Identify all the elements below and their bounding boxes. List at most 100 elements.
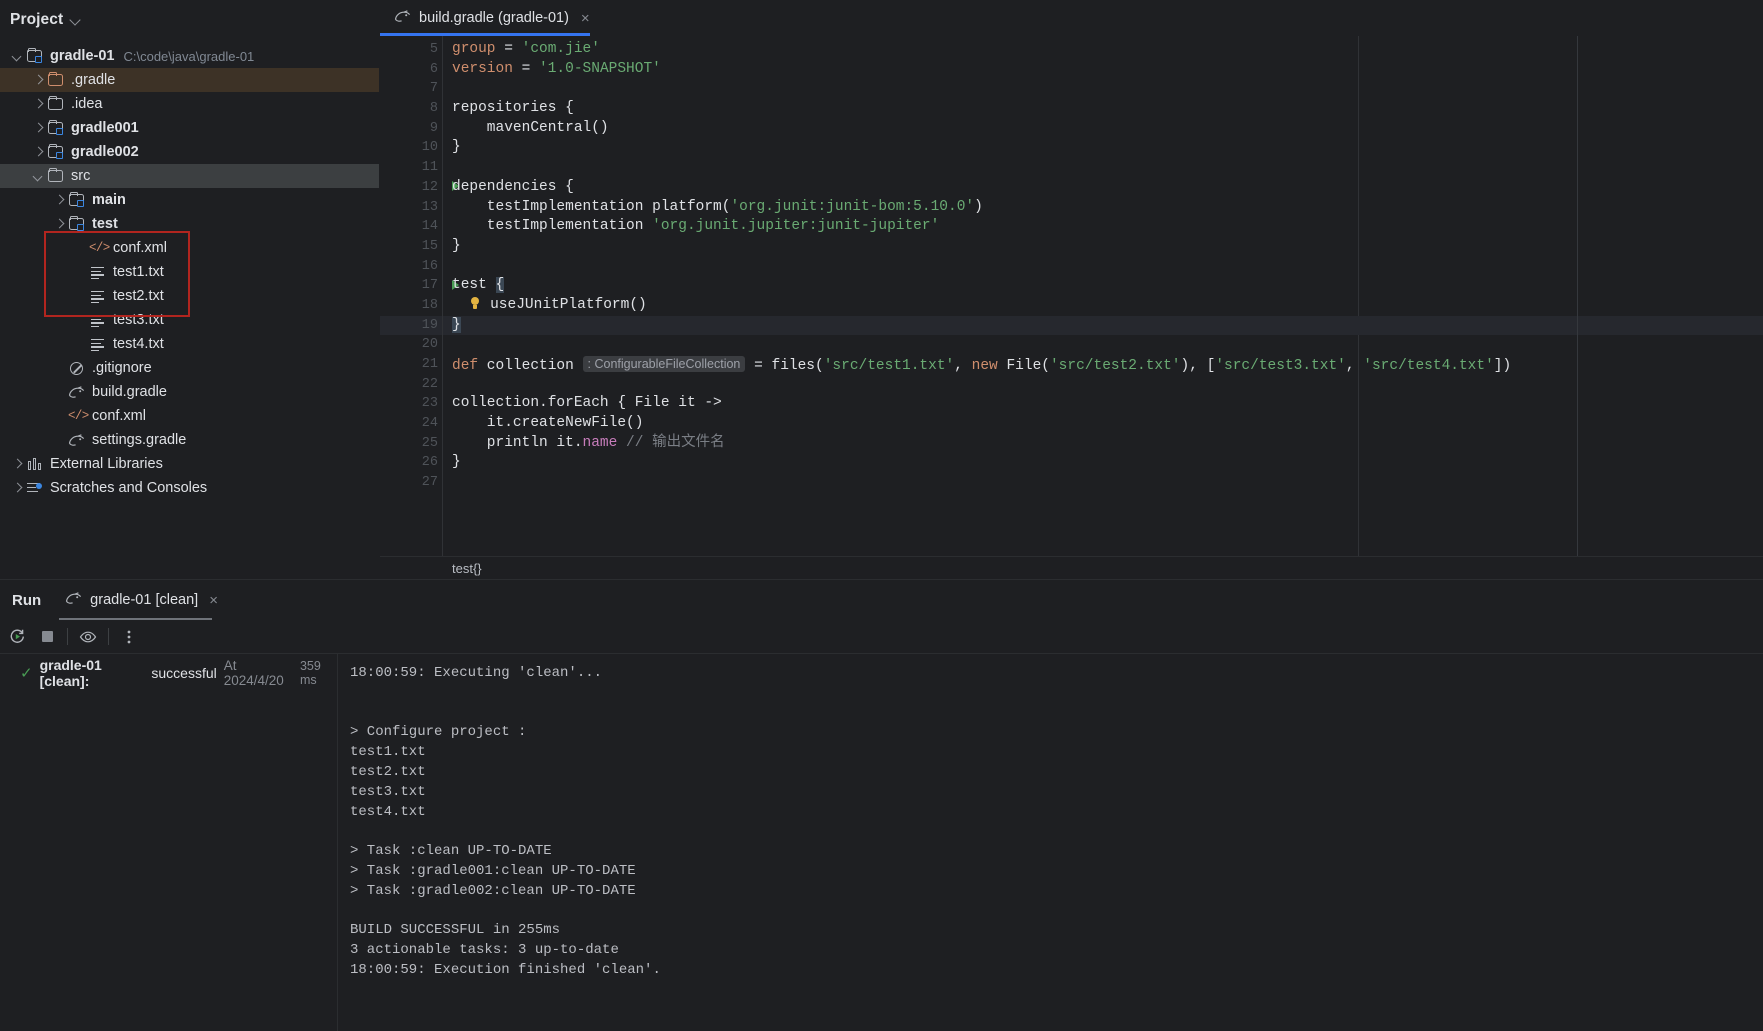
- stop-icon[interactable]: [32, 622, 62, 652]
- tree-node--gradle[interactable]: .gradle: [0, 68, 379, 92]
- line-number-23[interactable]: 23: [380, 394, 442, 414]
- line-number-10[interactable]: 10: [380, 138, 442, 158]
- folder-icon: [47, 95, 66, 112]
- code-line-6: version = '1.0-SNAPSHOT': [443, 60, 1763, 80]
- eye-icon[interactable]: [73, 622, 103, 652]
- run-tab-label: gradle-01 [clean]: [90, 592, 199, 608]
- close-icon[interactable]: ×: [581, 10, 590, 27]
- code-token-repositories: repositories {: [452, 100, 574, 117]
- close-icon[interactable]: ×: [209, 592, 218, 609]
- chevron-down-icon[interactable]: [31, 168, 47, 184]
- tree-node-external-libraries[interactable]: External Libraries: [0, 452, 379, 476]
- line-number-12[interactable]: 12: [380, 178, 459, 198]
- rerun-icon[interactable]: [2, 622, 32, 652]
- chevron-right-icon[interactable]: [10, 480, 26, 496]
- line-number-17[interactable]: 17: [380, 276, 459, 296]
- chevron-right-icon[interactable]: [31, 120, 47, 136]
- line-number-25[interactable]: 25: [380, 434, 442, 454]
- line-number-gutter[interactable]: 5 6 7 8 9 10 11 12 13 14 15 16 17 18 19 20 21 22 23 24 25 26 2…: [380, 36, 459, 556]
- code-token-varname: collection: [478, 358, 583, 374]
- chevron-down-icon[interactable]: [70, 14, 82, 26]
- text-file-icon: [91, 267, 104, 280]
- line-number-22[interactable]: 22: [380, 375, 442, 395]
- code-area[interactable]: 5 6 7 8 9 10 11 12 13 14 15 16 17 18 19 20 21 22 23 24 25 26 2…: [380, 36, 1763, 556]
- tree-node--idea[interactable]: .idea: [0, 92, 379, 116]
- tree-node-test[interactable]: test: [0, 212, 379, 236]
- code-line-8: repositories {: [443, 99, 1763, 119]
- top-area: Project gradle-01 C:\code\java\gradle-01.…: [0, 0, 1763, 579]
- code-token-file: File(: [997, 358, 1050, 374]
- tree-node-main[interactable]: main: [0, 188, 379, 212]
- line-number-16[interactable]: 16: [380, 257, 442, 277]
- line-number-24[interactable]: 24: [380, 414, 442, 434]
- run-tab-gradle-clean[interactable]: gradle-01 [clean] ×: [55, 580, 228, 620]
- project-tree: gradle-01 C:\code\java\gradle-01 .gradle .i…: [0, 40, 379, 500]
- line-number-11[interactable]: 11: [380, 158, 442, 178]
- tree-node-scratches-and-consoles[interactable]: Scratches and Consoles: [0, 476, 379, 500]
- folder-orange-icon: [48, 71, 63, 86]
- tree-node-gradle001[interactable]: gradle001: [0, 116, 379, 140]
- line-number-13[interactable]: 13: [380, 198, 442, 218]
- code-content[interactable]: group = 'com.jie' version = '1.0-SNAPSHO…: [442, 36, 1763, 556]
- line-number-19[interactable]: 19: [380, 315, 442, 336]
- gradle-file-icon: [68, 434, 85, 446]
- run-console-output[interactable]: 18:00:59: Executing 'clean'... > Configu…: [338, 654, 1763, 1031]
- tree-node-test2-txt[interactable]: test2.txt: [0, 284, 379, 308]
- scratches-icon: [26, 480, 45, 496]
- type-inlay-hint[interactable]: : ConfigurableFileCollection: [582, 356, 746, 372]
- tree-node--gitignore[interactable]: .gitignore: [0, 356, 379, 380]
- line-number-14[interactable]: 14: [380, 217, 442, 237]
- module-badge-icon: [77, 224, 84, 231]
- chevron-right-icon[interactable]: [31, 72, 47, 88]
- line-number-9[interactable]: 9: [380, 119, 442, 139]
- chevron-down-icon[interactable]: [10, 48, 26, 64]
- chevron-right-icon[interactable]: [10, 456, 26, 472]
- chevron-right-icon[interactable]: [31, 96, 47, 112]
- project-tool-window-header[interactable]: Project: [0, 0, 379, 40]
- line-number-26[interactable]: 26: [380, 453, 442, 473]
- line-number-27[interactable]: 27: [380, 473, 442, 493]
- line-number-8[interactable]: 8: [380, 99, 442, 119]
- text-file-icon: [89, 264, 108, 280]
- run-result-timestamp: At 2024/4/20: [223, 658, 284, 688]
- line-number-15[interactable]: 15: [380, 237, 442, 257]
- run-result-item[interactable]: ✓ gradle-01 [clean]: successful At 2024/…: [0, 657, 337, 689]
- tree-node-test3-txt[interactable]: test3.txt: [0, 308, 379, 332]
- tree-node-conf-xml[interactable]: </> conf.xml: [0, 404, 379, 428]
- tree-node-src[interactable]: src: [0, 164, 379, 188]
- lightbulb-icon[interactable]: [469, 296, 481, 310]
- tree-node-gradle-01[interactable]: gradle-01 C:\code\java\gradle-01: [0, 44, 379, 68]
- code-token-usejunitplatform: useJUnitPlatform(): [490, 296, 647, 313]
- line-number-20[interactable]: 20: [380, 335, 442, 355]
- tree-node-test1-txt[interactable]: test1.txt: [0, 260, 379, 284]
- code-line-19: }: [443, 315, 1763, 336]
- chevron-right-icon[interactable]: [52, 192, 68, 208]
- xml-file-icon: </>: [89, 240, 110, 256]
- tree-node-test4-txt[interactable]: test4.txt: [0, 332, 379, 356]
- line-number-21[interactable]: 21: [380, 355, 442, 375]
- chevron-right-icon[interactable]: [31, 144, 47, 160]
- console-line: test4.txt: [350, 803, 426, 820]
- tree-node-conf-xml[interactable]: </> conf.xml: [0, 236, 379, 260]
- line-number-18[interactable]: 18: [380, 296, 442, 316]
- tree-node-settings-gradle[interactable]: settings.gradle: [0, 428, 379, 452]
- checkmark-icon: ✓: [20, 664, 33, 682]
- tree-node-label: settings.gradle: [92, 432, 187, 448]
- run-result-name: gradle-01 [clean]:: [39, 657, 102, 689]
- more-options-icon[interactable]: [114, 622, 144, 652]
- tree-node-build-gradle[interactable]: build.gradle: [0, 380, 379, 404]
- gradle-file-icon: [68, 384, 87, 400]
- breadcrumb[interactable]: test{}: [380, 556, 1763, 579]
- line-number-5[interactable]: 5: [380, 40, 442, 60]
- chevron-right-icon[interactable]: [52, 216, 68, 232]
- tree-node-gradle002[interactable]: gradle002: [0, 140, 379, 164]
- line-number-7[interactable]: 7: [380, 79, 442, 99]
- editor-tab-build-gradle[interactable]: build.gradle (gradle-01) ×: [380, 0, 604, 36]
- line-number-6[interactable]: 6: [380, 60, 442, 80]
